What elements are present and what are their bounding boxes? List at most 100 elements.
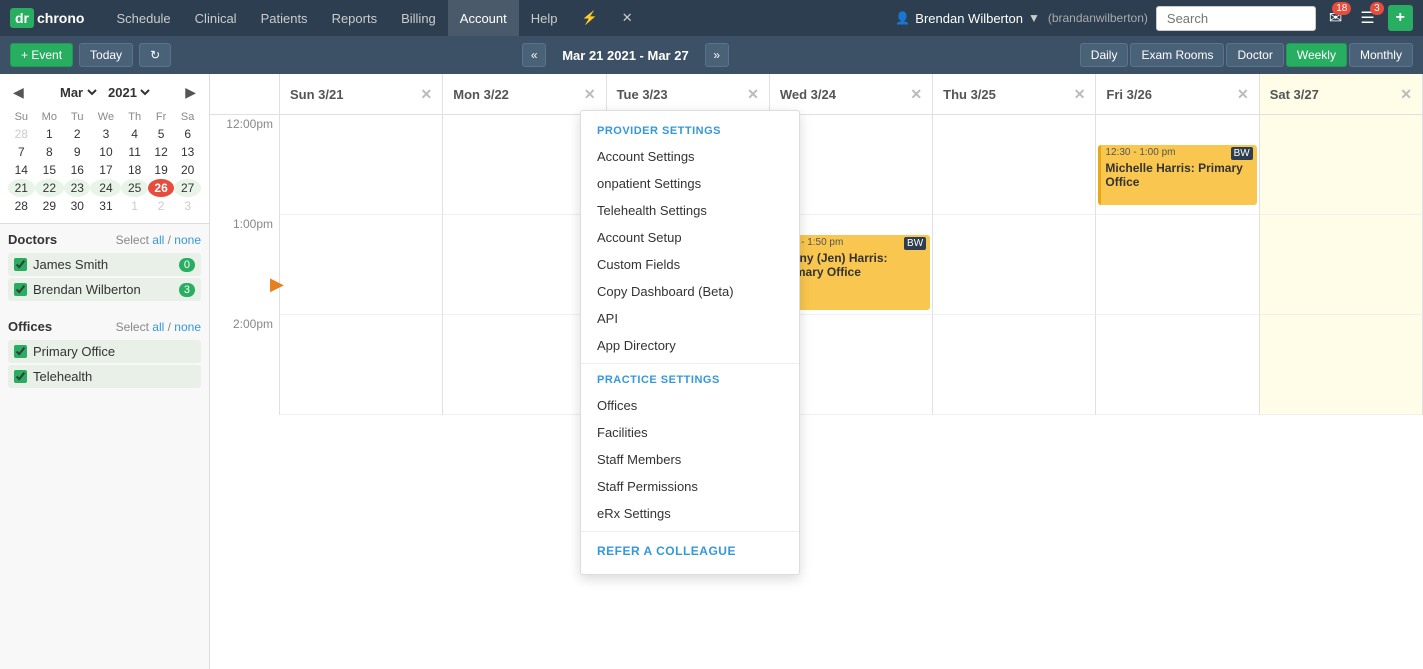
view-doctor-btn[interactable]: Doctor bbox=[1226, 43, 1283, 67]
cell-sat-1200[interactable] bbox=[1260, 115, 1423, 215]
view-weekly-btn[interactable]: Weekly bbox=[1286, 43, 1347, 67]
mini-cal-day[interactable]: 21 bbox=[8, 179, 35, 197]
dropdown-app-directory[interactable]: App Directory bbox=[581, 332, 799, 359]
nav-help[interactable]: Help bbox=[519, 0, 570, 36]
list-icon-btn[interactable]: ☰ 3 bbox=[1355, 6, 1379, 30]
fri-close[interactable]: ✕ bbox=[1237, 86, 1249, 103]
mini-cal-day[interactable]: 17 bbox=[90, 161, 121, 179]
mini-cal-day[interactable]: 3 bbox=[174, 197, 201, 215]
office-checkbox-telehealth[interactable] bbox=[14, 370, 27, 383]
cell-sun-100[interactable] bbox=[280, 215, 443, 315]
cell-thu-200[interactable] bbox=[933, 315, 1096, 415]
prev-month-btn[interactable]: ◀ bbox=[8, 82, 29, 103]
add-event-btn[interactable]: + Event bbox=[10, 43, 73, 67]
mini-cal-day[interactable]: 20 bbox=[174, 161, 201, 179]
dropdown-copy-dashboard[interactable]: Copy Dashboard (Beta) bbox=[581, 278, 799, 305]
nav-extra-icon[interactable]: ⚡ bbox=[570, 0, 610, 36]
year-select[interactable]: 2021 bbox=[104, 84, 153, 101]
mini-cal-day[interactable]: 11 bbox=[121, 143, 147, 161]
cell-fri-100[interactable] bbox=[1096, 215, 1259, 315]
mini-cal-day[interactable]: 14 bbox=[8, 161, 35, 179]
cell-thu-1200[interactable] bbox=[933, 115, 1096, 215]
view-daily-btn[interactable]: Daily bbox=[1080, 43, 1129, 67]
dropdown-erx-settings[interactable]: eRx Settings bbox=[581, 500, 799, 527]
cell-thu-100[interactable] bbox=[933, 215, 1096, 315]
view-examrooms-btn[interactable]: Exam Rooms bbox=[1130, 43, 1224, 67]
cell-sun-200[interactable] bbox=[280, 315, 443, 415]
tue-close[interactable]: ✕ bbox=[747, 86, 759, 103]
today-btn[interactable]: Today bbox=[79, 43, 133, 67]
doctor-checkbox-brendan[interactable] bbox=[14, 283, 27, 296]
mini-cal-day[interactable]: 28 bbox=[8, 125, 35, 143]
nav-clinical[interactable]: Clinical bbox=[183, 0, 249, 36]
dropdown-staff-members[interactable]: Staff Members bbox=[581, 446, 799, 473]
add-btn[interactable]: + bbox=[1388, 5, 1413, 31]
prev-week-btn[interactable]: « bbox=[522, 43, 546, 67]
nav-patients[interactable]: Patients bbox=[249, 0, 320, 36]
mail-icon-btn[interactable]: ✉ 18 bbox=[1324, 6, 1347, 30]
mini-cal-day[interactable]: 1 bbox=[121, 197, 147, 215]
sun-close[interactable]: ✕ bbox=[421, 86, 433, 103]
dropdown-staff-permissions[interactable]: Staff Permissions bbox=[581, 473, 799, 500]
nav-account[interactable]: Account bbox=[448, 0, 519, 36]
thu-close[interactable]: ✕ bbox=[1074, 86, 1086, 103]
cell-fri-1200[interactable]: 12:30 - 1:00 pm BW Michelle Harris: Prim… bbox=[1096, 115, 1259, 215]
dropdown-telehealth-settings[interactable]: Telehealth Settings bbox=[581, 197, 799, 224]
mini-cal-day[interactable]: 25 bbox=[121, 179, 147, 197]
dropdown-refer-colleague[interactable]: REFER A COLLEAGUE bbox=[581, 536, 799, 566]
nav-close-icon[interactable]: ✕ bbox=[610, 0, 645, 36]
month-select[interactable]: Mar bbox=[56, 84, 100, 101]
doctor-checkbox-james[interactable] bbox=[14, 258, 27, 271]
mini-cal-day[interactable]: 18 bbox=[121, 161, 147, 179]
dropdown-offices[interactable]: Offices bbox=[581, 392, 799, 419]
mini-cal-day[interactable]: 3 bbox=[90, 125, 121, 143]
next-month-btn[interactable]: ▶ bbox=[180, 82, 201, 103]
select-none-offices[interactable]: none bbox=[174, 320, 201, 334]
mini-cal-day[interactable]: 19 bbox=[148, 161, 174, 179]
mini-cal-day[interactable]: 30 bbox=[64, 197, 90, 215]
cell-sat-100[interactable] bbox=[1260, 215, 1423, 315]
office-checkbox-primary[interactable] bbox=[14, 345, 27, 358]
dropdown-api[interactable]: API bbox=[581, 305, 799, 332]
scroll-indicator[interactable]: ▶ bbox=[270, 274, 284, 294]
view-monthly-btn[interactable]: Monthly bbox=[1349, 43, 1413, 67]
nav-schedule[interactable]: Schedule bbox=[104, 0, 182, 36]
cell-sat-200[interactable] bbox=[1260, 315, 1423, 415]
mini-cal-day[interactable]: 27 bbox=[174, 179, 201, 197]
mini-cal-day[interactable]: 16 bbox=[64, 161, 90, 179]
mini-cal-day[interactable]: 31 bbox=[90, 197, 121, 215]
dropdown-account-setup[interactable]: Account Setup bbox=[581, 224, 799, 251]
mini-cal-day[interactable]: 5 bbox=[148, 125, 174, 143]
dropdown-custom-fields[interactable]: Custom Fields bbox=[581, 251, 799, 278]
appt-michelle[interactable]: 12:30 - 1:00 pm BW Michelle Harris: Prim… bbox=[1098, 145, 1256, 205]
mini-cal-day[interactable]: 1 bbox=[35, 125, 64, 143]
mini-cal-day[interactable]: 23 bbox=[64, 179, 90, 197]
select-all-offices[interactable]: all bbox=[152, 320, 164, 334]
mini-cal-day[interactable]: 2 bbox=[64, 125, 90, 143]
mini-cal-day[interactable]: 28 bbox=[8, 197, 35, 215]
mini-cal-day[interactable]: 24 bbox=[90, 179, 121, 197]
nav-reports[interactable]: Reports bbox=[320, 0, 390, 36]
cell-fri-200[interactable] bbox=[1096, 315, 1259, 415]
mini-cal-day[interactable]: 2 bbox=[148, 197, 174, 215]
mini-cal-day[interactable]: 9 bbox=[64, 143, 90, 161]
dropdown-onpatient-settings[interactable]: onpatient Settings bbox=[581, 170, 799, 197]
mini-cal-day[interactable]: 10 bbox=[90, 143, 121, 161]
next-week-btn[interactable]: » bbox=[705, 43, 729, 67]
nav-billing[interactable]: Billing bbox=[389, 0, 448, 36]
mini-cal-day[interactable]: 6 bbox=[174, 125, 201, 143]
dropdown-facilities[interactable]: Facilities bbox=[581, 419, 799, 446]
mon-close[interactable]: ✕ bbox=[584, 86, 596, 103]
mini-cal-day[interactable]: 29 bbox=[35, 197, 64, 215]
refresh-btn[interactable]: ↻ bbox=[139, 43, 171, 67]
mini-cal-day[interactable]: 13 bbox=[174, 143, 201, 161]
mini-cal-day[interactable]: 15 bbox=[35, 161, 64, 179]
mini-cal-day[interactable]: 8 bbox=[35, 143, 64, 161]
mini-cal-day[interactable]: 4 bbox=[121, 125, 147, 143]
search-input[interactable] bbox=[1156, 6, 1316, 31]
user-name[interactable]: Brendan Wilberton bbox=[915, 11, 1023, 26]
mini-cal-day[interactable]: 26 bbox=[148, 179, 174, 197]
select-all-doctors[interactable]: all bbox=[152, 233, 164, 247]
mini-cal-day[interactable]: 7 bbox=[8, 143, 35, 161]
dropdown-account-settings[interactable]: Account Settings bbox=[581, 143, 799, 170]
